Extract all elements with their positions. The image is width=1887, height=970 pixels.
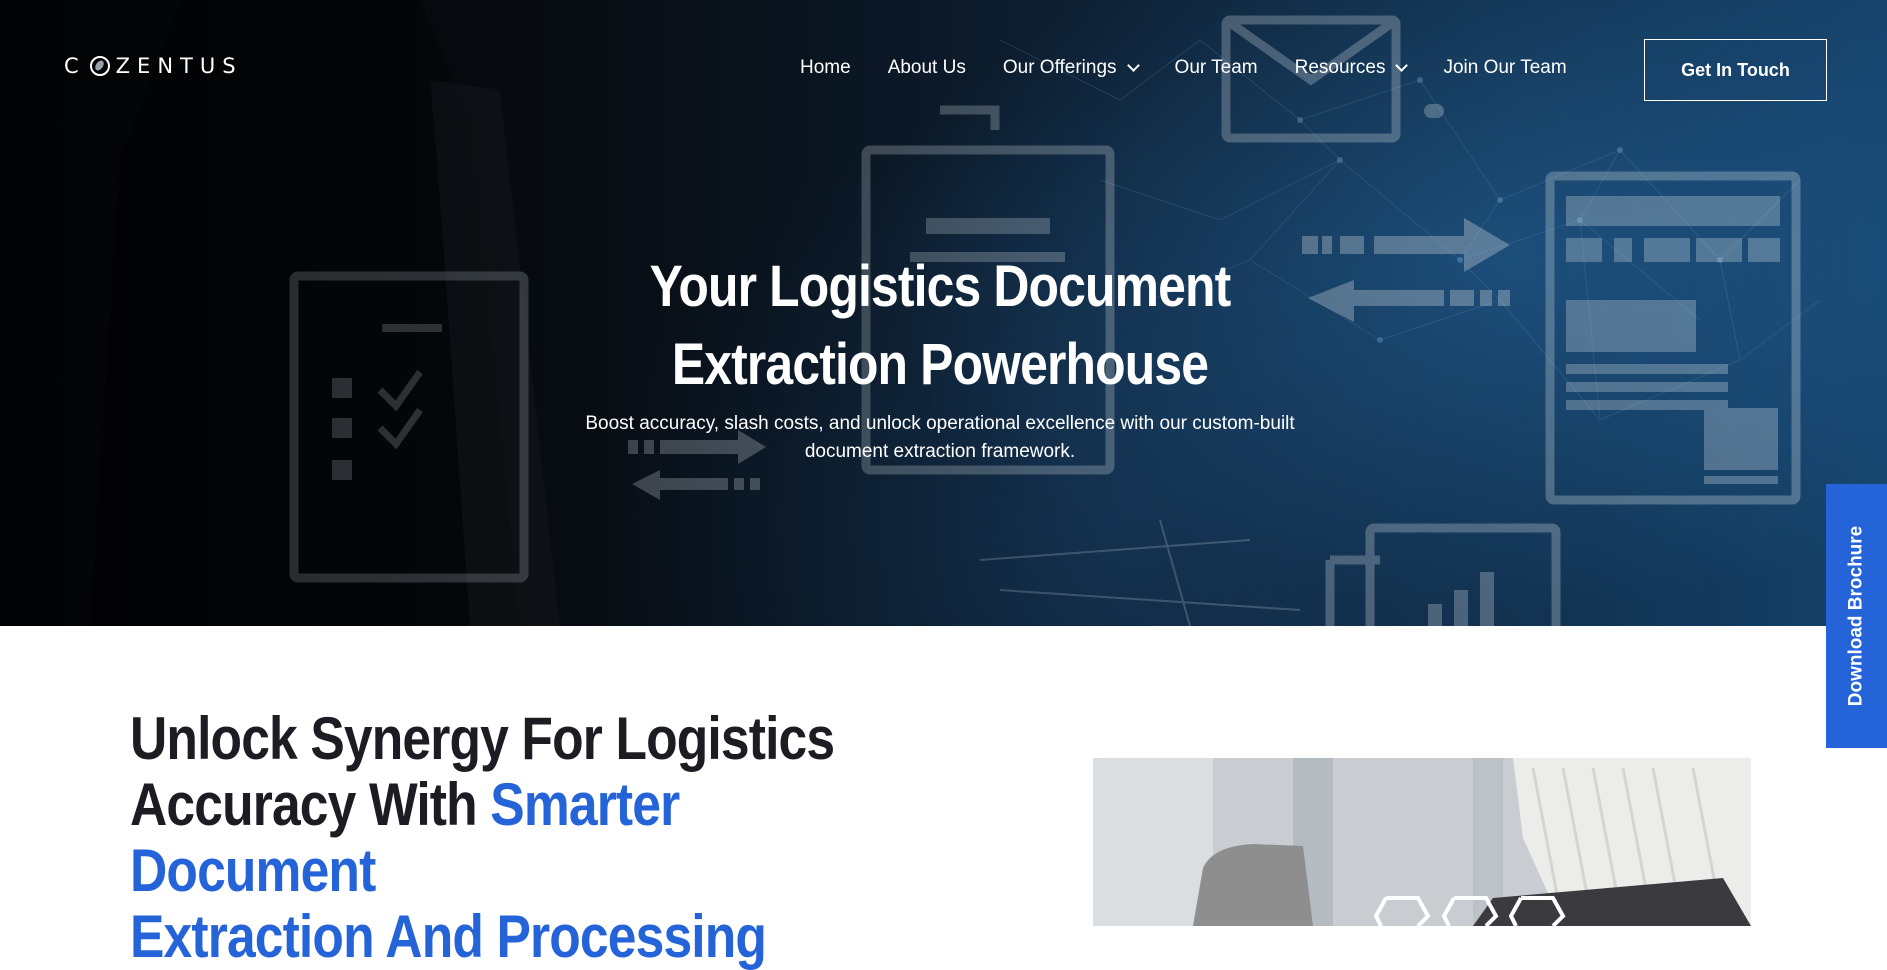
section-title: Unlock Synergy For Logistics Accuracy Wi… <box>130 706 904 970</box>
section-photo <box>1093 758 1751 926</box>
logo-text-left: C <box>64 54 86 78</box>
section-photo-illustration <box>1093 758 1751 926</box>
nav-item-join-our-team[interactable]: Join Our Team <box>1443 57 1566 79</box>
main-navigation: Home About Us Our Offerings Our Team Res… <box>800 56 1604 80</box>
nav-item-home[interactable]: Home <box>800 57 851 79</box>
hero-title-line2: Extraction Powerhouse <box>671 332 1209 397</box>
brand-logo[interactable]: C ZENTUS <box>64 52 243 80</box>
nav-item-our-offerings[interactable]: Our Offerings <box>1002 57 1140 79</box>
nav-item-label: About Us <box>887 57 966 78</box>
nav-item-label: Our Team <box>1174 57 1258 78</box>
section-title-accent2: Extraction And Processing <box>130 903 767 970</box>
get-in-touch-button[interactable]: Get In Touch <box>1644 39 1827 101</box>
nav-item-resources[interactable]: Resources <box>1294 57 1409 79</box>
nav-item-label: Home <box>800 57 851 78</box>
download-brochure-tab[interactable]: Download Brochure <box>1826 484 1887 748</box>
logo-mark-icon <box>89 56 110 76</box>
download-brochure-label: Download Brochure <box>1845 525 1867 707</box>
hero-title-line1: Your Logistics Document <box>649 254 1232 319</box>
hero-subtitle-line1: Boost accuracy, slash costs, and unlock … <box>585 413 1295 434</box>
nav-item-label: Join Our Team <box>1443 57 1567 78</box>
hero-subtitle: Boost accuracy, slash costs, and unlock … <box>540 410 1340 466</box>
logo-text-right: ZENTUS <box>115 54 243 78</box>
chevron-down-icon <box>1126 58 1140 72</box>
hero-title: Your Logistics Document Extraction Power… <box>596 248 1284 404</box>
section-title-part1: Unlock Synergy For Logistics <box>130 705 835 772</box>
nav-item-label: Resources <box>1294 57 1386 78</box>
nav-item-our-team[interactable]: Our Team <box>1175 57 1258 79</box>
chevron-down-icon <box>1395 58 1409 72</box>
section-title-part2: Accuracy With <box>130 771 491 838</box>
nav-item-label: Our Offerings <box>1002 57 1117 78</box>
hero-subtitle-line2: document extraction framework. <box>804 441 1076 462</box>
nav-item-about-us[interactable]: About Us <box>888 57 966 79</box>
